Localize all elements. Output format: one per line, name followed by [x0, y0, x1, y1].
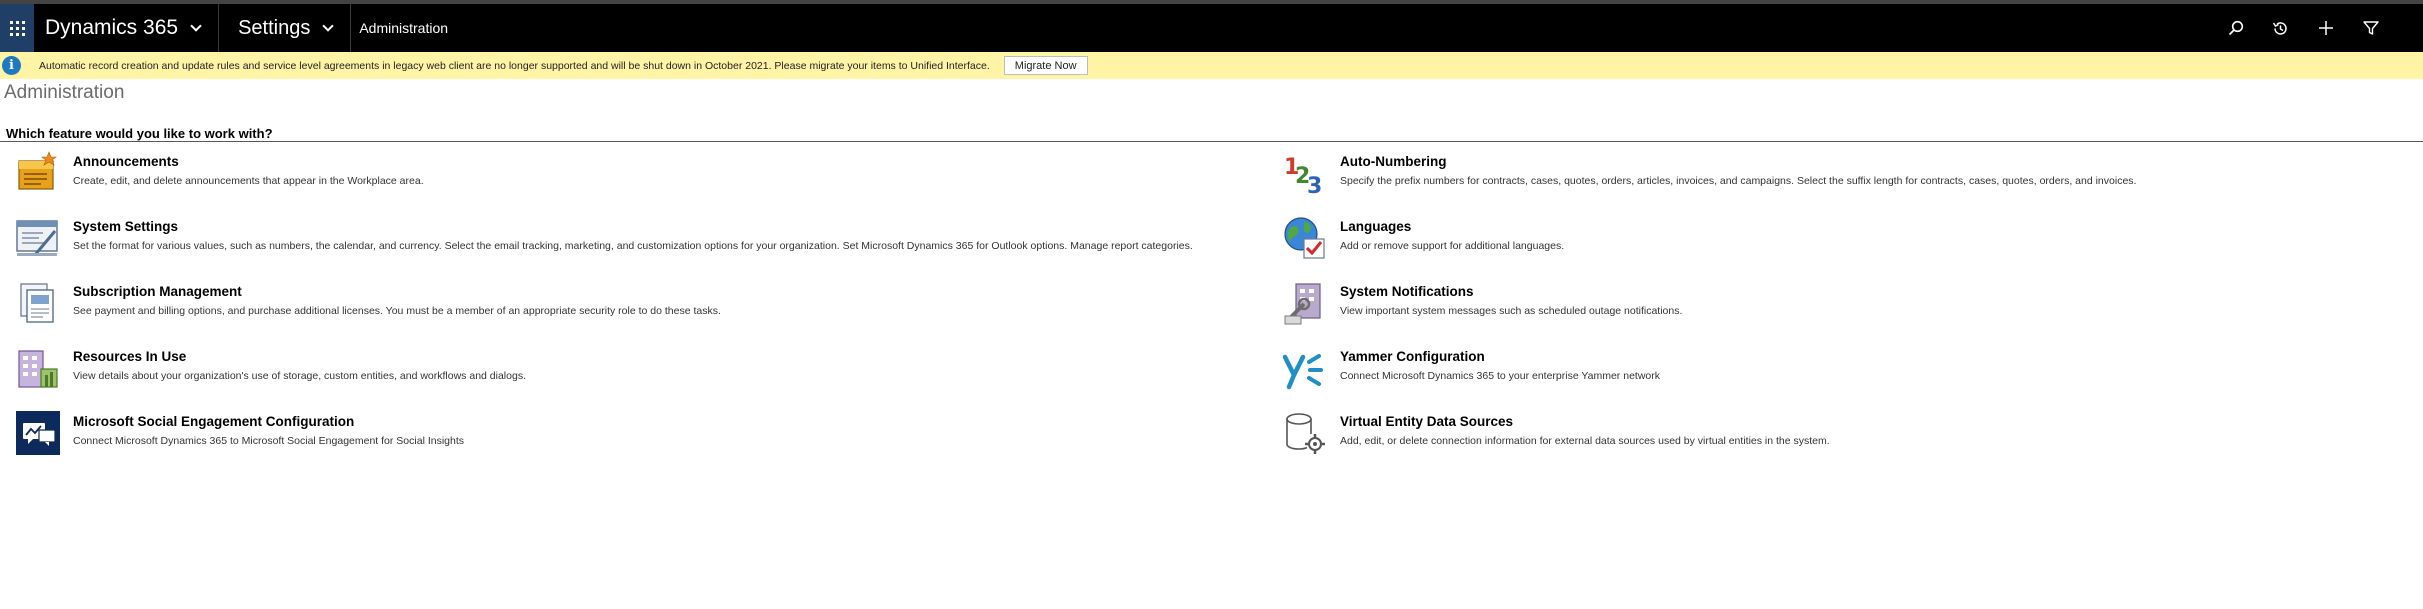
- info-icon: i: [2, 56, 21, 75]
- feature-auto-numbering[interactable]: 1 2 3 Auto-Numbering Specify the prefix …: [1282, 150, 2136, 196]
- database-gear-icon: [1286, 413, 1325, 454]
- subscription-management-icon: [20, 283, 54, 323]
- section-question: Which feature would you like to work wit…: [6, 126, 273, 141]
- recent-history-button[interactable]: [2258, 4, 2303, 52]
- breadcrumb: Administration: [359, 20, 449, 36]
- new-record-button[interactable]: [2303, 4, 2348, 52]
- feature-name[interactable]: Subscription Management: [73, 284, 721, 299]
- advanced-find-button[interactable]: [2348, 4, 2393, 52]
- feature-description: Add, edit, or delete connection informat…: [1340, 435, 1830, 447]
- feature-description: View important system messages such as s…: [1340, 305, 1683, 317]
- feature-system-notifications[interactable]: System Notifications View important syst…: [1282, 280, 1682, 326]
- system-notifications-icon: [1284, 283, 1321, 325]
- brand-label: Dynamics 365: [45, 16, 179, 39]
- announcements-icon: [18, 151, 57, 190]
- divider: [0, 141, 2423, 142]
- banner-message: Automatic record creation and update rul…: [39, 59, 990, 72]
- feature-name[interactable]: Languages: [1340, 219, 1564, 234]
- feature-name[interactable]: Auto-Numbering: [1340, 154, 2136, 169]
- chevron-down-icon: [190, 19, 202, 32]
- search-button[interactable]: [2213, 4, 2258, 52]
- area-switcher[interactable]: Settings: [219, 4, 352, 52]
- feature-name[interactable]: System Settings: [73, 219, 1193, 234]
- feature-description: Connect Microsoft Dynamics 365 to Micros…: [73, 435, 465, 447]
- yammer-icon: [1282, 354, 1323, 390]
- filter-icon: [2362, 21, 2379, 35]
- app-launcher-button[interactable]: [0, 4, 34, 52]
- plus-icon: [2318, 21, 2333, 35]
- area-label: Settings: [238, 16, 311, 39]
- feature-virtual-entity-data-sources[interactable]: Virtual Entity Data Sources Add, edit, o…: [1282, 410, 1830, 456]
- languages-icon: [1284, 217, 1325, 259]
- chevron-down-icon: [322, 19, 334, 32]
- resources-in-use-icon: [18, 350, 58, 388]
- app-launcher-icon: [9, 20, 25, 36]
- social-engagement-icon: [16, 411, 60, 455]
- feature-name[interactable]: Yammer Configuration: [1340, 349, 1660, 364]
- feature-yammer-configuration[interactable]: Yammer Configuration Connect Microsoft D…: [1282, 345, 1660, 391]
- feature-name[interactable]: Resources In Use: [73, 349, 526, 364]
- feature-name[interactable]: System Notifications: [1340, 284, 1682, 299]
- migrate-now-button[interactable]: Migrate Now: [1003, 56, 1088, 75]
- feature-name[interactable]: Microsoft Social Engagement Configuratio…: [73, 414, 464, 429]
- auto-numbering-icon: 1 2 3: [1284, 155, 1322, 196]
- feature-languages[interactable]: Languages Add or remove support for addi…: [1282, 215, 1564, 261]
- feature-resources-in-use[interactable]: Resources In Use View details about your…: [15, 345, 526, 391]
- feature-description: Set the format for various values, such …: [73, 240, 1193, 252]
- feature-name[interactable]: Virtual Entity Data Sources: [1340, 414, 1830, 429]
- svg-text:3: 3: [1307, 174, 1322, 196]
- feature-description: Connect Microsoft Dynamics 365 to your e…: [1340, 370, 1660, 382]
- feature-description: Specify the prefix numbers for contracts…: [1340, 175, 2137, 187]
- app-switcher[interactable]: Dynamics 365: [45, 4, 220, 52]
- feature-social-engagement[interactable]: Microsoft Social Engagement Configuratio…: [15, 410, 464, 456]
- feature-description: View details about your organization's u…: [73, 370, 526, 382]
- notification-banner: i Automatic record creation and update r…: [0, 52, 2423, 79]
- feature-system-settings[interactable]: System Settings Set the format for vario…: [15, 215, 1193, 261]
- page-title: Administration: [4, 82, 125, 103]
- feature-announcements[interactable]: Announcements Create, edit, and delete a…: [15, 150, 424, 196]
- feature-description: Add or remove support for additional lan…: [1340, 240, 1565, 252]
- feature-description: See payment and billing options, and pur…: [73, 305, 721, 317]
- feature-subscription-management[interactable]: Subscription Management See payment and …: [15, 280, 721, 326]
- search-icon: [2228, 20, 2243, 36]
- feature-name[interactable]: Announcements: [73, 154, 424, 169]
- recent-history-icon: [2272, 21, 2287, 35]
- feature-description: Create, edit, and delete announcements t…: [73, 175, 424, 187]
- system-settings-icon: [16, 220, 58, 256]
- top-nav-bar: Dynamics 365 Settings Administration: [0, 0, 2423, 52]
- top-actions: [2213, 4, 2393, 52]
